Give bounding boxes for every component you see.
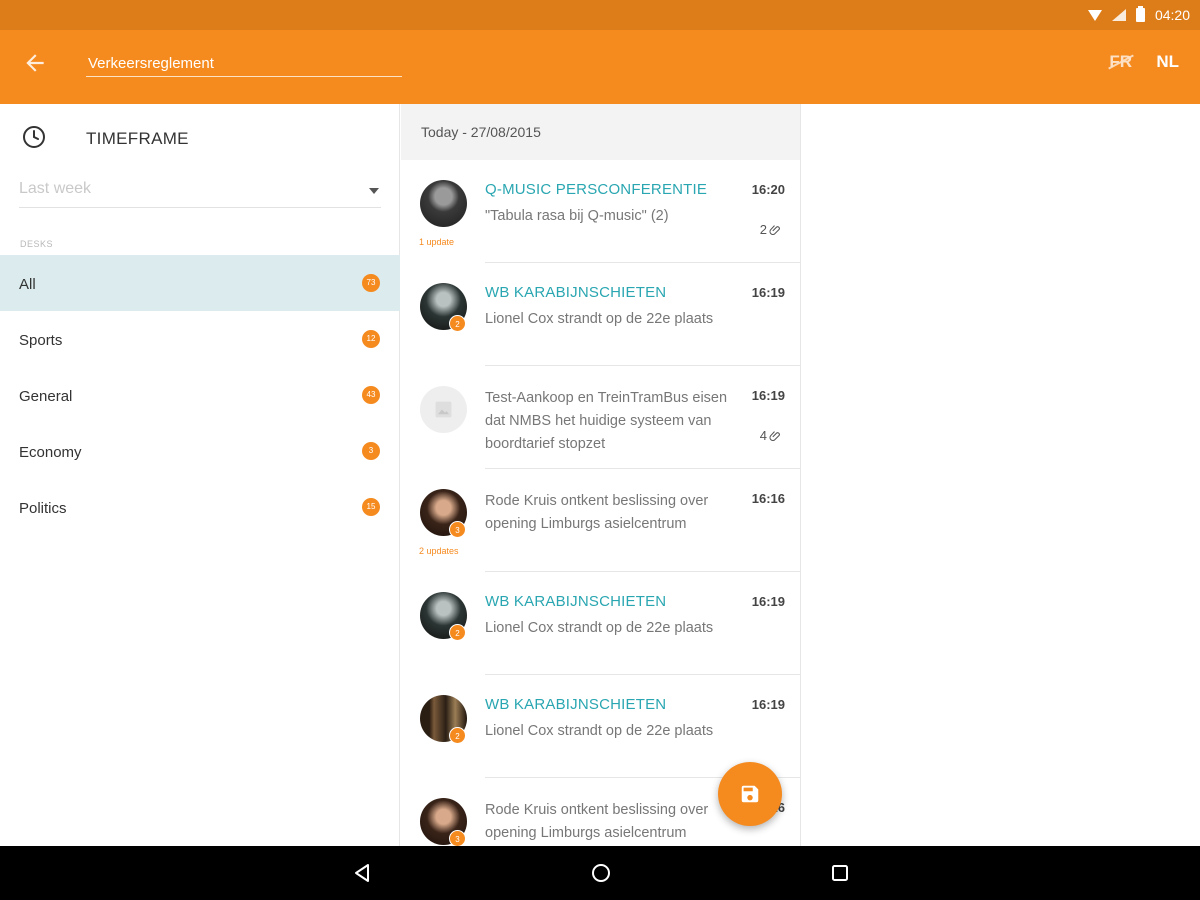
item-text: Test-Aankoop en TreinTramBus eisen dat N… [485, 390, 728, 452]
timeframe-dropdown[interactable]: Last week [19, 176, 381, 208]
desk-label: All [19, 276, 36, 293]
count-badge: 15 [362, 498, 380, 516]
attachment-count: 4 [760, 428, 783, 443]
status-bar: 04:20 [0, 0, 1200, 30]
desk-label: General [19, 388, 73, 405]
save-fab-button[interactable] [718, 762, 782, 826]
system-nav-bar [0, 846, 1200, 900]
avatar-count-badge: 3 [449, 830, 466, 846]
attachment-count-value: 4 [759, 428, 767, 443]
avatar-count-badge: 2 [449, 315, 466, 332]
date-header: Today - 27/08/2015 [401, 104, 800, 160]
desk-item-economy[interactable]: Economy 3 [0, 423, 400, 479]
attachment-count: 2 [760, 222, 783, 237]
item-title: WB KARABIJNSCHIETEN [485, 696, 667, 713]
item-text: "Tabula rasa bij Q-music" (2) [485, 208, 669, 224]
feed-item[interactable]: 1 update Q-MUSIC PERSCONFERENTIE "Tabula… [401, 160, 800, 263]
item-text: Lionel Cox strandt op de 22e plaats [485, 723, 714, 739]
paperclip-icon [769, 430, 780, 441]
item-title: WB KARABIJNSCHIETEN [485, 593, 667, 610]
app-root: 04:20 FR NL TIMEFRAME Last week DESKS [0, 0, 1200, 900]
desk-list: All 73 Sports 12 General 43 Economy 3 Po… [0, 255, 400, 535]
desk-label: Politics [19, 500, 67, 517]
item-text: Lionel Cox strandt op de 22e plaats [485, 620, 714, 636]
item-text: Rode Kruis ontkent beslissing over openi… [485, 493, 709, 532]
save-icon [741, 785, 759, 803]
desks-label: DESKS [20, 239, 54, 249]
desk-item-politics[interactable]: Politics 15 [0, 479, 400, 535]
chevron-down-icon [369, 188, 379, 194]
filter-sidebar: TIMEFRAME Last week DESKS All 73 Sports … [0, 104, 400, 846]
count-badge: 43 [362, 386, 380, 404]
nav-home-icon[interactable] [589, 861, 613, 885]
item-time: 16:20 [751, 182, 785, 197]
item-time: 16:19 [751, 285, 785, 300]
desk-item-all[interactable]: All 73 [0, 255, 400, 311]
search-input[interactable] [86, 50, 402, 76]
image-placeholder-icon [435, 401, 452, 418]
count-badge: 12 [362, 330, 380, 348]
nav-recents-icon[interactable] [828, 861, 852, 885]
clock-icon [23, 126, 45, 148]
arrow-left-icon[interactable] [22, 50, 48, 76]
item-title: WB KARABIJNSCHIETEN [485, 284, 667, 301]
desk-label: Economy [19, 444, 82, 461]
desk-item-sports[interactable]: Sports 12 [0, 311, 400, 367]
desk-item-general[interactable]: General 43 [0, 367, 400, 423]
signal-icon [1111, 9, 1126, 21]
news-feed: Today - 27/08/2015 1 update Q-MUSIC PERS… [401, 104, 801, 846]
feed-list: 1 update Q-MUSIC PERSCONFERENTIE "Tabula… [401, 160, 800, 846]
timeframe-value: Last week [19, 180, 92, 197]
avatar-count-badge: 3 [449, 521, 466, 538]
avatar [420, 180, 467, 227]
timeframe-header: TIMEFRAME [0, 104, 400, 172]
nav-back-icon[interactable] [350, 861, 374, 885]
item-title: Q-MUSIC PERSCONFERENTIE [485, 181, 708, 198]
item-time: 16:16 [751, 491, 785, 506]
status-time: 04:20 [1154, 7, 1190, 23]
item-time: 16:19 [751, 388, 785, 403]
item-text: Rode Kruis ontkent beslissing over openi… [485, 802, 709, 841]
update-count-label: 2 updates [419, 546, 459, 556]
lang-nl-button[interactable]: NL [1156, 52, 1179, 72]
timeframe-title: TIMEFRAME [86, 129, 189, 148]
count-badge: 3 [362, 442, 380, 460]
update-count-label: 1 update [419, 237, 455, 247]
item-time: 16:19 [751, 594, 785, 609]
count-badge: 73 [362, 274, 380, 292]
attachment-count-value: 2 [759, 222, 767, 237]
feed-item[interactable]: 2 WB KARABIJNSCHIETEN Lionel Cox strandt… [401, 263, 800, 366]
status-icons: 04:20 [1087, 6, 1190, 24]
search-field-wrap [86, 50, 402, 77]
lang-fr-button[interactable]: FR [1108, 52, 1135, 72]
battery-icon [1135, 6, 1145, 22]
desk-label: Sports [19, 332, 63, 349]
avatar-count-badge: 2 [449, 727, 466, 744]
item-text: Lionel Cox strandt op de 22e plaats [485, 311, 714, 327]
wifi-icon [1087, 9, 1102, 21]
item-time: 16:19 [751, 697, 785, 712]
avatar-placeholder [420, 386, 467, 433]
paperclip-icon [769, 224, 780, 235]
date-header-text: Today - 27/08/2015 [421, 124, 541, 140]
feed-item[interactable]: Test-Aankoop en TreinTramBus eisen dat N… [401, 366, 800, 469]
app-bar: FR NL [0, 30, 1200, 104]
avatar-count-badge: 2 [449, 624, 466, 641]
feed-item[interactable]: 2 WB KARABIJNSCHIETEN Lionel Cox strandt… [401, 572, 800, 675]
feed-item[interactable]: 3 2 updates Rode Kruis ontkent beslissin… [401, 469, 800, 572]
